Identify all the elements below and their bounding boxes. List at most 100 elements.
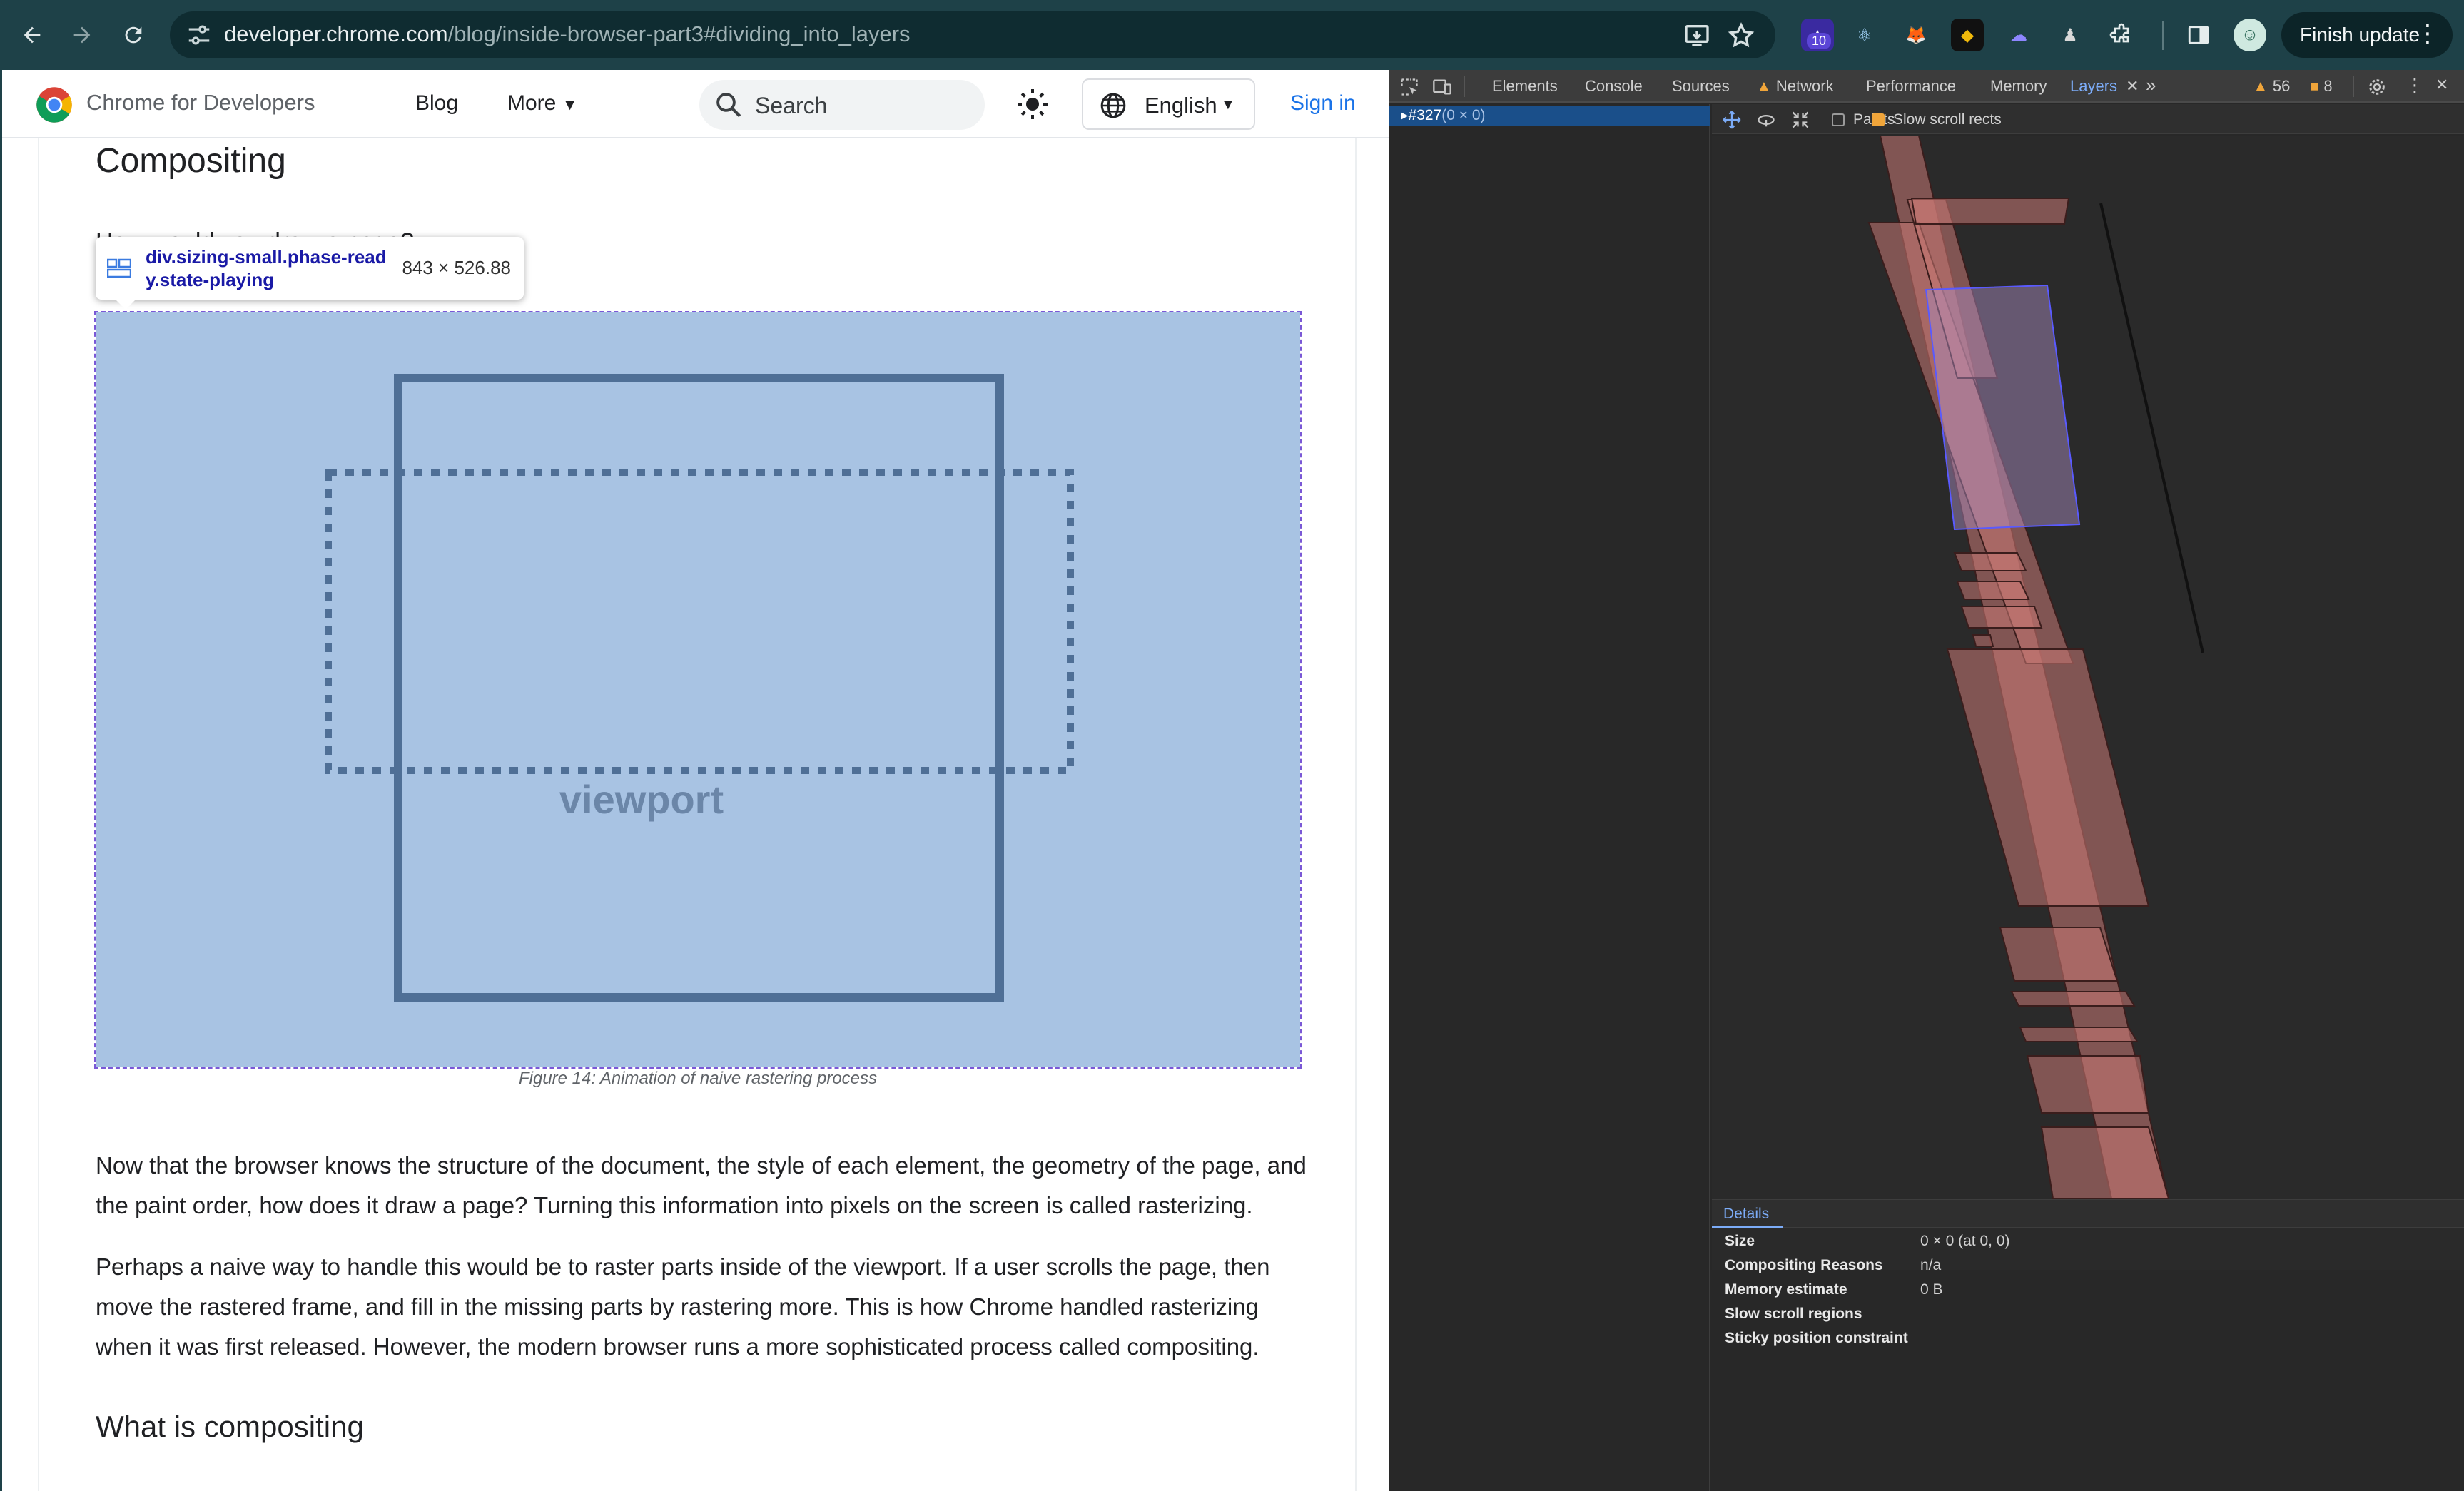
wizard-extension-icon[interactable]: ♟: [2054, 19, 2087, 51]
metamask-fox-icon[interactable]: 🦊: [1900, 19, 1932, 51]
inspect-element-icon[interactable]: [1399, 77, 1419, 97]
forward-arrow-icon: [73, 26, 91, 44]
tooltip-selector: div.sizing-small.phase-read y.state-play…: [146, 245, 402, 291]
finish-update-button[interactable]: Finish update ⋮: [2281, 12, 2453, 58]
settings-gear-icon[interactable]: [2367, 77, 2387, 97]
paints-checkbox[interactable]: [1832, 113, 1845, 126]
tab-console[interactable]: Console: [1585, 77, 1643, 96]
layer-slab: [1960, 606, 2043, 629]
layer-tree-item[interactable]: ▸#327(0 × 0): [1389, 106, 1710, 126]
tooltip-selector-line2: y.state-playing: [146, 269, 275, 290]
detail-key: Size: [1725, 1233, 1755, 1249]
search-icon: [716, 93, 741, 118]
nav-blog-link[interactable]: Blog: [415, 91, 458, 116]
tab-layers[interactable]: Layers ✕: [2070, 77, 2139, 96]
search-placeholder: Search: [755, 93, 828, 118]
warnings-counter[interactable]: ▲ 56: [2253, 77, 2290, 96]
caret-down-icon: ▼: [562, 96, 578, 113]
layer-slab: [1956, 581, 2030, 600]
layer-slab: [1972, 634, 1994, 647]
figure-rastering-animation: viewport: [94, 311, 1302, 1069]
viewport-label: viewport: [559, 777, 724, 822]
devtools-panel: Elements Console Sources ▲ Network Perfo…: [1389, 70, 2464, 1491]
heading-what-is-compositing: What is compositing: [96, 1410, 364, 1443]
theme-toggle-sun-icon[interactable]: [1015, 87, 1050, 121]
reset-transform-icon[interactable]: [1790, 110, 1810, 130]
layer-slab: [1946, 648, 2150, 907]
layer-id: #327: [1408, 107, 1442, 123]
layer-edge-line: [2099, 203, 2204, 653]
detail-row-size: Size 0 × 0 (at 0, 0): [1712, 1230, 2464, 1254]
tab-performance[interactable]: Performance: [1866, 77, 1956, 96]
url-host: developer.chrome.com: [224, 21, 448, 46]
layer-slab: [2040, 1126, 2170, 1199]
device-toolbar-icon[interactable]: [1432, 77, 1452, 97]
tab-elements[interactable]: Elements: [1492, 77, 1558, 96]
nav-more-menu[interactable]: More ▼: [507, 91, 577, 116]
tab-network[interactable]: ▲ Network: [1756, 77, 1834, 96]
detail-key: Memory estimate: [1725, 1281, 1847, 1298]
url-path: /blog/inside-browser-part3#dividing_into…: [447, 21, 911, 46]
detail-row-sticky: Sticky position constraint: [1712, 1327, 2464, 1351]
warning-icon: ▲: [2253, 77, 2268, 95]
detail-row-compositing-reasons: Compositing Reasons n/a: [1712, 1254, 2464, 1278]
bookmark-star-icon[interactable]: [1727, 21, 1755, 50]
more-tabs-chevron-icon[interactable]: »: [2146, 74, 2156, 96]
reload-icon: [125, 26, 142, 44]
layers-3d-view[interactable]: [1712, 135, 2464, 1270]
side-panel-icon[interactable]: [2182, 19, 2215, 51]
binance-icon[interactable]: ◆: [1951, 19, 1984, 51]
detail-row-slow-scroll: Slow scroll regions: [1712, 1303, 2464, 1327]
tab-divider: [1464, 76, 1465, 97]
tooltip-dimensions: 843 × 526.88: [402, 257, 511, 278]
sidepanel-glyph-icon: [2188, 26, 2209, 44]
site-brand[interactable]: Chrome for Developers: [86, 90, 315, 116]
forward-button[interactable]: [61, 14, 103, 56]
install-app-icon[interactable]: [1683, 21, 1711, 50]
site-header: Chrome for Developers Blog More ▼ Search…: [2, 70, 1389, 138]
reload-button[interactable]: [113, 14, 154, 56]
paragraph-rasterizing: Now that the browser knows the structure…: [96, 1152, 1307, 1218]
close-devtools-icon[interactable]: ✕: [2435, 76, 2448, 94]
search-input[interactable]: Search: [699, 80, 985, 130]
layer-slab: [2026, 1055, 2150, 1114]
profile-avatar[interactable]: ☺: [2234, 19, 2266, 51]
chrome-logo-icon[interactable]: [35, 86, 73, 124]
cloud-extension-icon[interactable]: ☁: [2002, 19, 2035, 51]
close-tab-icon[interactable]: ✕: [2126, 77, 2139, 95]
kebab-menu-icon[interactable]: ⋮: [2415, 19, 2440, 48]
caret-down-icon: ▼: [1221, 97, 1235, 113]
issue-flag-icon: ■: [2310, 77, 2320, 95]
back-button[interactable]: [11, 14, 53, 56]
rotate-mode-icon[interactable]: [1756, 110, 1776, 130]
layer-slab: [1999, 927, 2119, 982]
warning-triangle-icon: ▲: [1756, 77, 1772, 95]
pan-mode-icon[interactable]: [1722, 110, 1742, 130]
slow-scroll-label: Slow scroll rects: [1893, 111, 2002, 128]
issues-counter[interactable]: ■ 8: [2310, 77, 2333, 96]
nav-more-label: More: [507, 91, 557, 115]
site-settings-icon[interactable]: [186, 21, 213, 49]
language-select[interactable]: English ▼: [1082, 78, 1255, 130]
detail-row-memory: Memory estimate 0 B: [1712, 1278, 2464, 1303]
paragraph-naive-raster: Perhaps a naive way to handle this would…: [96, 1253, 1270, 1360]
tab-network-label: Network: [1775, 77, 1834, 95]
sign-in-link[interactable]: Sign in: [1290, 91, 1356, 116]
extensions-puzzle-icon[interactable]: [2105, 19, 2138, 51]
tooltip-arrow: [116, 300, 136, 310]
tab-memory[interactable]: Memory: [1990, 77, 2047, 96]
layer-slab: [2019, 1027, 2139, 1042]
tab-details[interactable]: Details: [1723, 1206, 1769, 1223]
address-bar[interactable]: developer.chrome.com/blog/inside-browser…: [170, 11, 1775, 58]
figure-caption: Figure 14: Animation of naive rastering …: [518, 1069, 878, 1088]
react-devtools-icon[interactable]: ⚛: [1848, 19, 1881, 51]
extension-badge: 10: [1807, 33, 1832, 49]
layer-dims: (0 × 0): [1441, 107, 1486, 123]
tab-sources[interactable]: Sources: [1672, 77, 1730, 96]
detail-key: Sticky position constraint: [1725, 1330, 1908, 1346]
inspect-tooltip: div.sizing-small.phase-read y.state-play…: [96, 237, 524, 310]
devtools-menu-icon[interactable]: ⋮: [2405, 74, 2424, 96]
slow-scroll-checkbox[interactable]: [1872, 113, 1885, 126]
url-text: developer.chrome.com/blog/inside-browser…: [224, 21, 911, 47]
web-page: Chrome for Developers Blog More ▼ Search…: [0, 70, 1389, 1491]
